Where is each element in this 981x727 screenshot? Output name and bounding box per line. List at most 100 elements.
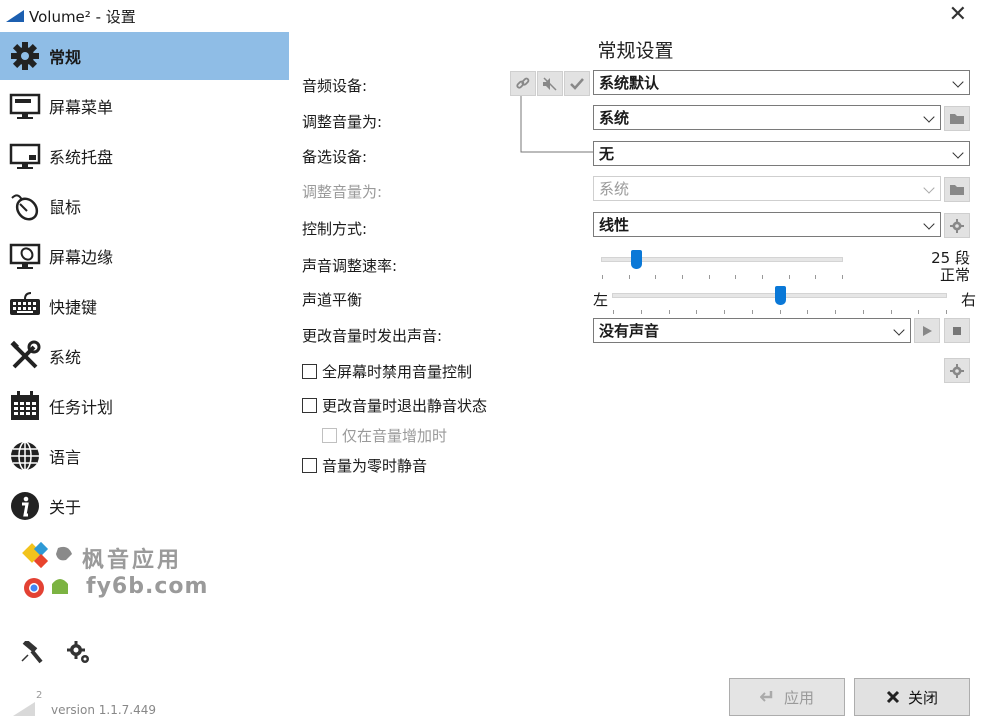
slider-tick <box>762 275 763 279</box>
stop-sound-button[interactable] <box>944 318 970 343</box>
sidebar-item-label: 关于 <box>49 498 82 517</box>
slider-tick <box>682 275 683 279</box>
checkbox-label: 仅在音量增加时 <box>342 427 448 445</box>
version-badge: 2 <box>36 690 43 701</box>
balance-right-label: 右 <box>961 291 977 309</box>
adjust-volume-2-select[interactable]: 系统 <box>593 176 941 201</box>
adjust-volume-select[interactable]: 系统 <box>593 105 941 130</box>
watermark-icon <box>22 541 72 598</box>
slider-tick <box>613 310 614 314</box>
fullscreen-settings-button[interactable] <box>944 358 970 383</box>
control-mode-settings-button[interactable] <box>944 213 970 238</box>
apply-button[interactable]: 应用 <box>729 678 845 716</box>
balance-slider-thumb[interactable] <box>774 286 786 305</box>
watermark-logo: 枫音应用 fy6b.com <box>22 540 222 610</box>
backup-device-select[interactable]: 无 <box>593 141 970 166</box>
sidebar-item-language[interactable]: 语言 <box>0 432 289 480</box>
chevron-down-icon <box>952 147 964 159</box>
slider-tick <box>655 275 657 279</box>
sidebar-item-task-schedule[interactable]: 任务计划 <box>0 382 289 430</box>
checkbox-label: 全屏幕时禁用音量控制 <box>322 363 473 381</box>
screen-menu-icon <box>8 89 42 123</box>
mute-icon[interactable] <box>537 71 563 96</box>
stop-icon <box>953 326 961 335</box>
close-button[interactable]: 关闭 <box>854 678 970 716</box>
slider-tick <box>946 310 947 314</box>
adjust-volume-2-value: 系统 <box>599 180 630 198</box>
mouse-icon <box>8 189 42 223</box>
close-window-button[interactable]: ✕ <box>949 3 967 27</box>
adjust-volume-2-label: 调整音量为: <box>302 183 383 201</box>
folder-button[interactable] <box>944 106 970 131</box>
globe-icon <box>8 439 42 473</box>
sidebar-item-label: 快捷键 <box>49 298 98 317</box>
speed-label: 声音调整速率: <box>302 257 398 275</box>
adjust-volume-value: 系统 <box>599 109 630 127</box>
sidebar-item-screen-edge[interactable]: 屏幕边缘 <box>0 232 289 280</box>
slider-tick <box>668 310 670 314</box>
speed-sub: 正常 <box>939 266 970 284</box>
calendar-icon <box>8 389 42 423</box>
app-logo-icon <box>6 10 24 22</box>
slider-tick <box>842 275 843 279</box>
link-icon[interactable] <box>510 71 536 96</box>
sidebar-item-system[interactable]: 系统 <box>0 332 289 380</box>
balance-label: 声道平衡 <box>302 291 363 309</box>
slider-tick <box>640 310 642 314</box>
system-tray-icon <box>8 139 42 173</box>
exit-mute-checkbox[interactable]: 更改音量时退出静音状态 <box>302 395 487 416</box>
audio-device-label: 音频设备: <box>302 77 368 95</box>
checkbox-label: 更改音量时退出静音状态 <box>322 397 488 415</box>
control-mode-value: 线性 <box>599 216 630 234</box>
slider-tick <box>815 275 817 279</box>
sidebar-item-screen-menu[interactable]: 屏幕菜单 <box>0 82 289 130</box>
play-sound-button[interactable] <box>914 318 940 343</box>
only-increase-checkbox[interactable]: 仅在音量增加时 <box>322 425 447 446</box>
fullscreen-disable-checkbox[interactable]: 全屏幕时禁用音量控制 <box>302 361 472 382</box>
sidebar-item-mouse[interactable]: 鼠标 <box>0 182 289 230</box>
close-icon <box>886 690 900 704</box>
speed-slider-thumb[interactable] <box>630 250 642 269</box>
volume-logo-icon <box>13 702 35 716</box>
sidebar-item-label: 系统 <box>49 348 82 367</box>
change-sound-select[interactable]: 没有声音 <box>593 318 911 343</box>
slider-tick <box>628 275 630 279</box>
gear-icon <box>8 39 42 73</box>
slider-tick <box>724 310 725 314</box>
sidebar-item-label: 屏幕菜单 <box>49 98 114 117</box>
info-icon <box>8 489 42 523</box>
mute-zero-checkbox[interactable]: 音量为零时静音 <box>302 455 427 476</box>
checkbox-box[interactable] <box>322 428 337 443</box>
slider-tick <box>890 310 892 314</box>
balance-left-label: 左 <box>593 291 609 309</box>
checkbox-box[interactable] <box>302 398 317 413</box>
play-icon <box>923 325 932 336</box>
sidebar-item-general[interactable]: 常规 <box>0 32 289 80</box>
gear-icon <box>950 363 964 378</box>
checkmark-icon[interactable] <box>564 71 590 96</box>
eyedropper-icon[interactable] <box>20 639 44 665</box>
slider-tick <box>807 310 809 314</box>
change-sound-value: 没有声音 <box>599 322 660 340</box>
sidebar-item-system-tray[interactable]: 系统托盘 <box>0 132 289 180</box>
title-bar: Volume² - 设置 ✕ <box>0 0 981 32</box>
slider-tick <box>788 275 790 279</box>
sidebar-item-label: 系统托盘 <box>49 148 114 167</box>
audio-device-value: 系统默认 <box>599 74 660 92</box>
sidebar-item-about[interactable]: 关于 <box>0 482 289 530</box>
window-title: Volume² - 设置 <box>29 8 136 26</box>
advanced-settings-icon[interactable] <box>67 641 91 665</box>
tools-icon <box>8 339 42 373</box>
checkbox-box[interactable] <box>302 458 317 473</box>
sidebar-item-label: 语言 <box>49 448 82 467</box>
folder-button-2[interactable] <box>944 177 970 202</box>
watermark-text: 枫音应用 <box>82 548 183 573</box>
folder-icon <box>950 185 964 195</box>
audio-device-select[interactable]: 系统默认 <box>593 70 970 95</box>
control-mode-select[interactable]: 线性 <box>593 212 941 237</box>
sidebar-item-hotkeys[interactable]: 快捷键 <box>0 282 289 330</box>
slider-tick <box>862 310 864 314</box>
checkbox-box[interactable] <box>302 364 317 379</box>
apply-icon <box>759 691 773 702</box>
checkbox-label: 音量为零时静音 <box>322 457 428 475</box>
